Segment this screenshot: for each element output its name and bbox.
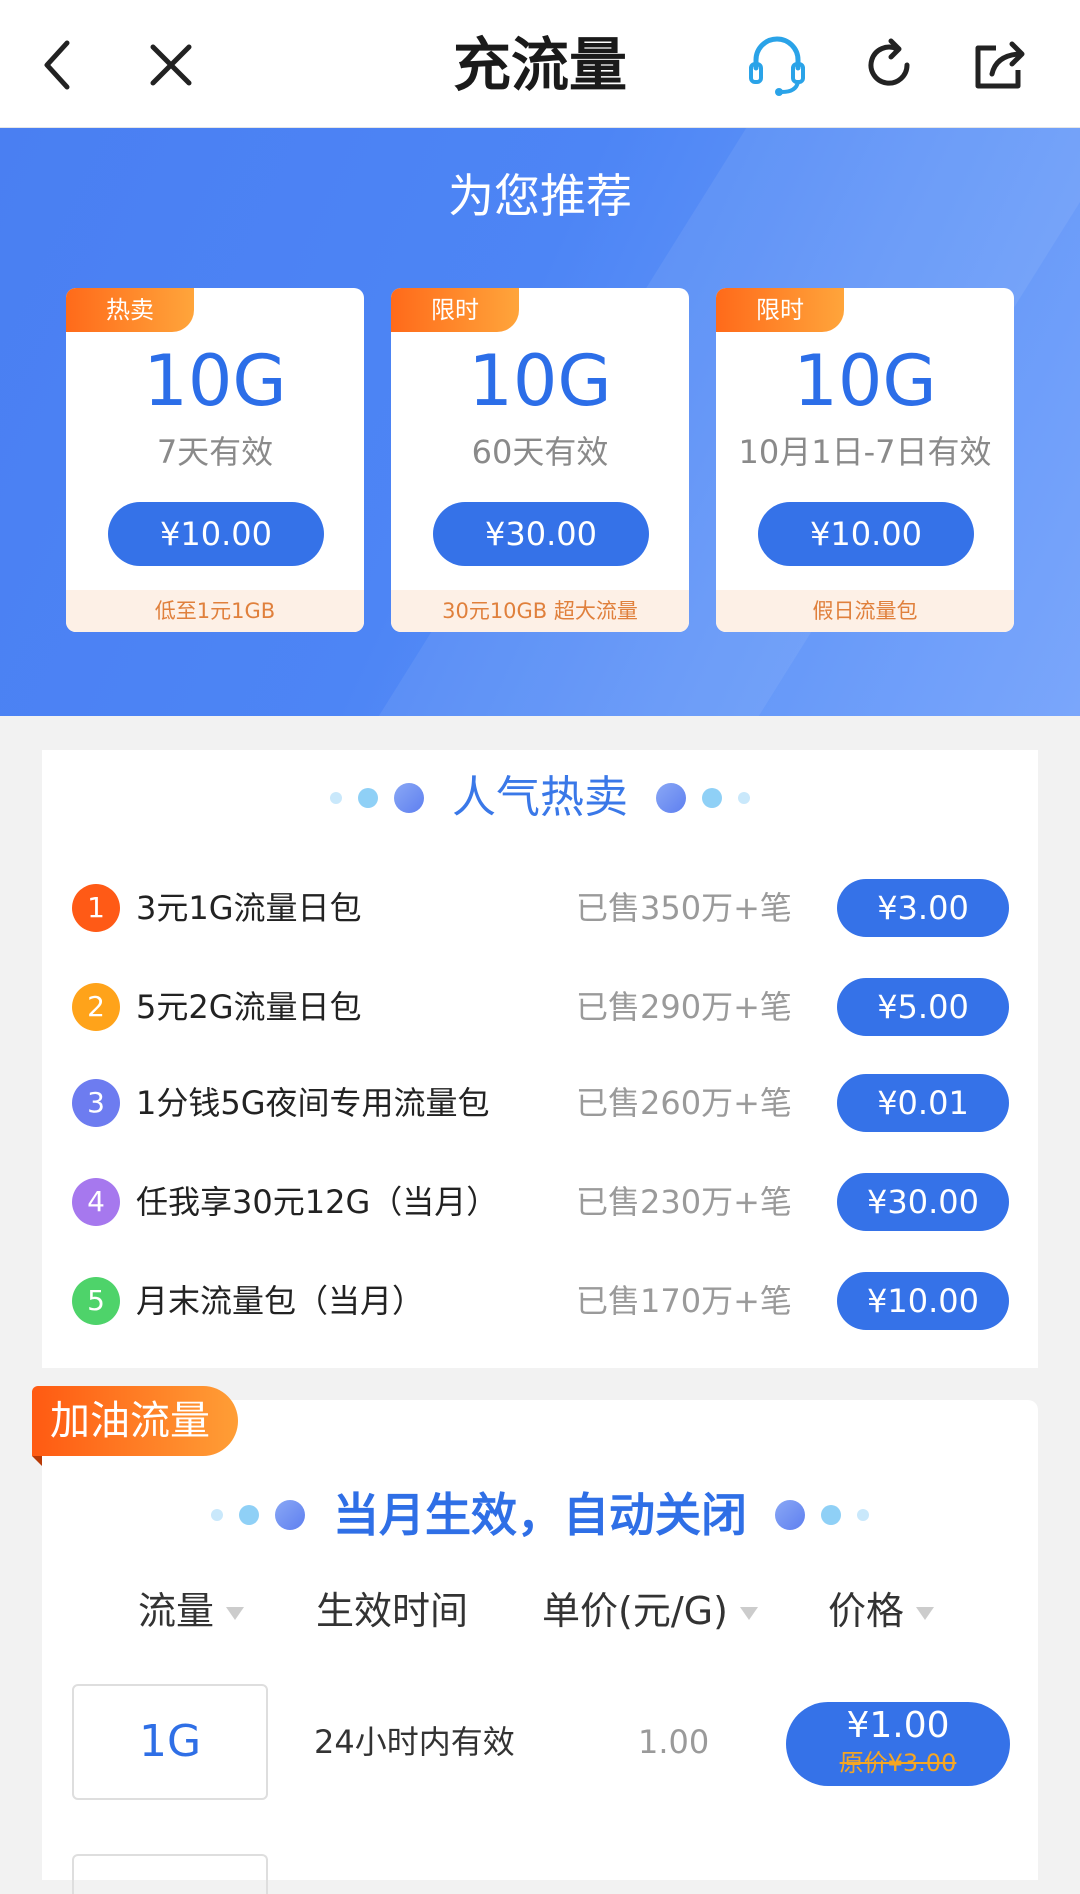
- refresh-icon: [868, 38, 910, 86]
- buy-button[interactable]: ¥5.00: [837, 978, 1009, 1036]
- share-icon: [975, 41, 1025, 89]
- popular-section: 人气热卖 1 3元1G流量日包 已售350万+笔 ¥3.00 2 5元2G流量日…: [42, 750, 1038, 1368]
- table-header: 流量 生效时间 单价(元/G) 价格: [42, 1576, 1038, 1646]
- card-validity: 7天有效: [156, 433, 274, 471]
- sort-arrow-icon: [739, 1607, 758, 1620]
- rank-badge: 5: [72, 1277, 120, 1325]
- sort-by-price[interactable]: 价格: [828, 1576, 935, 1646]
- card-tag: 限时: [391, 288, 519, 332]
- effect-time-cell: 24小时内有效: [314, 1723, 515, 1761]
- card-amount: 10G: [468, 340, 612, 422]
- top-nav-bar: 充流量: [0, 0, 1080, 128]
- card-validity: 10月1日-7日有效: [738, 433, 992, 471]
- card-price-button[interactable]: ¥10.00: [758, 502, 974, 566]
- card-tag: 热卖: [66, 288, 194, 332]
- card-amount: 10G: [143, 340, 287, 422]
- sold-count: 已售170万+笔: [576, 1282, 792, 1320]
- rank-badge: 1: [72, 884, 120, 932]
- next-row-partial: [72, 1854, 268, 1894]
- product-name: 5元2G流量日包: [136, 988, 362, 1026]
- column-label: 流量: [138, 1589, 215, 1633]
- recommend-card[interactable]: 热卖 10G 7天有效 ¥10.00 低至1元1GB: [66, 288, 364, 632]
- card-amount: 10G: [793, 340, 937, 422]
- current-price: ¥1.00: [846, 1705, 950, 1746]
- popular-item[interactable]: 4 任我享30元12G（当月） 已售230万+笔 ¥30.00: [42, 1167, 1038, 1237]
- buy-button[interactable]: ¥30.00: [837, 1173, 1009, 1231]
- sold-count: 已售230万+笔: [576, 1183, 792, 1221]
- headset-icon: [749, 36, 805, 96]
- card-tag: 限时: [716, 288, 844, 332]
- popular-header: 人气热卖: [42, 768, 1038, 828]
- sort-by-unit-price[interactable]: 单价(元/G): [542, 1576, 758, 1646]
- recommend-title: 为您推荐: [448, 169, 632, 223]
- card-note: 假日流量包: [716, 590, 1014, 632]
- column-label: 价格: [828, 1589, 905, 1633]
- unit-price-cell: 1.00: [638, 1723, 710, 1761]
- recommend-card[interactable]: 限时 10G 60天有效 ¥30.00 30元10GB 超大流量: [391, 288, 689, 632]
- card-price-button[interactable]: ¥30.00: [433, 502, 649, 566]
- column-effect-time: 生效时间: [316, 1576, 468, 1646]
- boost-section: 当月生效，自动关闭 流量 生效时间 单价(元/G) 价格 1G 24小时内有效 …: [42, 1400, 1038, 1894]
- buy-button[interactable]: ¥1.00 原价¥3.00: [786, 1702, 1010, 1786]
- rank-badge: 4: [72, 1178, 120, 1226]
- card-note: 低至1元1GB: [66, 590, 364, 632]
- decor-dots-left: [322, 783, 432, 813]
- rank-badge: 2: [72, 983, 120, 1031]
- share-button[interactable]: [966, 30, 1036, 100]
- product-name: 月末流量包（当月）: [136, 1282, 425, 1320]
- original-price: 原价¥3.00: [839, 1749, 957, 1777]
- product-name: 1分钱5G夜间专用流量包: [136, 1084, 490, 1122]
- boost-header: 当月生效，自动关闭: [42, 1480, 1038, 1550]
- table-row: 1G 24小时内有效 1.00 ¥1.00 原价¥3.00: [42, 1684, 1038, 1800]
- sort-by-volume[interactable]: 流量: [138, 1576, 245, 1646]
- product-name: 3元1G流量日包: [136, 889, 362, 927]
- volume-cell[interactable]: 1G: [72, 1684, 268, 1800]
- sold-count: 已售290万+笔: [576, 988, 792, 1026]
- column-label: 生效时间: [316, 1589, 469, 1633]
- sort-arrow-icon: [226, 1607, 245, 1620]
- recommend-banner: 为您推荐 热卖 10G 7天有效 ¥10.00 低至1元1GB 限时 10G 6…: [0, 128, 1080, 716]
- popular-title: 人气热卖: [452, 772, 628, 823]
- decor-dots-right: [767, 1500, 877, 1530]
- popular-item[interactable]: 2 5元2G流量日包 已售290万+笔 ¥5.00: [42, 972, 1038, 1042]
- popular-item[interactable]: 1 3元1G流量日包 已售350万+笔 ¥3.00: [42, 873, 1038, 943]
- card-price-button[interactable]: ¥10.00: [108, 502, 324, 566]
- sold-count: 已售350万+笔: [576, 889, 792, 927]
- product-name: 任我享30元12G（当月）: [136, 1183, 499, 1221]
- refresh-button[interactable]: [854, 30, 924, 100]
- buy-button[interactable]: ¥0.01: [837, 1074, 1009, 1132]
- boost-section-tag: 加油流量: [32, 1386, 238, 1456]
- boost-title: 当月生效，自动关闭: [333, 1488, 747, 1542]
- sort-arrow-icon: [916, 1607, 935, 1620]
- recommend-card[interactable]: 限时 10G 10月1日-7日有效 ¥10.00 假日流量包: [716, 288, 1014, 632]
- tag-fold-decoration: [32, 1456, 42, 1466]
- buy-button[interactable]: ¥10.00: [837, 1272, 1009, 1330]
- decor-dots-left: [203, 1500, 313, 1530]
- card-validity: 60天有效: [471, 433, 609, 471]
- sold-count: 已售260万+笔: [576, 1084, 792, 1122]
- rank-badge: 3: [72, 1079, 120, 1127]
- buy-button[interactable]: ¥3.00: [837, 879, 1009, 937]
- card-note: 30元10GB 超大流量: [391, 590, 689, 632]
- decor-dots-right: [648, 783, 758, 813]
- column-label: 单价(元/G): [542, 1589, 728, 1633]
- customer-service-button[interactable]: [742, 30, 812, 100]
- popular-item[interactable]: 3 1分钱5G夜间专用流量包 已售260万+笔 ¥0.01: [42, 1068, 1038, 1138]
- popular-item[interactable]: 5 月末流量包（当月） 已售170万+笔 ¥10.00: [42, 1266, 1038, 1336]
